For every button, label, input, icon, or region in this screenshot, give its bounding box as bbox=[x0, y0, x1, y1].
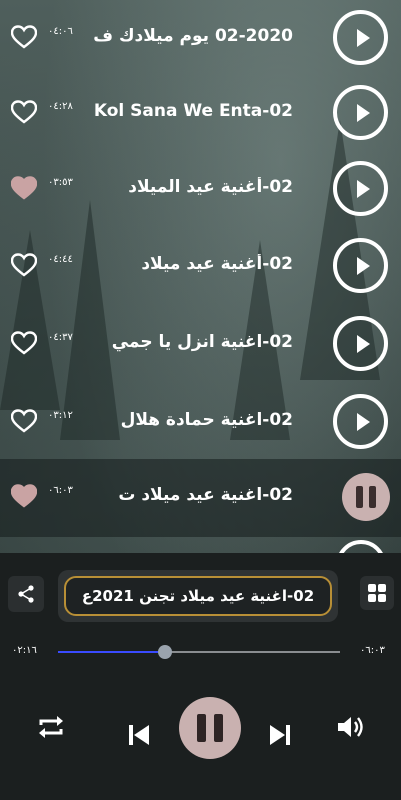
play-icon bbox=[356, 179, 370, 198]
heart-icon bbox=[11, 484, 37, 508]
song-duration: ٠٤:٢٨ bbox=[48, 101, 73, 112]
favorite-button[interactable] bbox=[11, 483, 37, 509]
song-row[interactable]: ٠٤:٢٨ 02-Kol Sana We Enta bbox=[0, 75, 401, 153]
heart-icon bbox=[11, 253, 37, 277]
now-playing-title: 02-اغنية عيد ميلاد تجنن 2021ع bbox=[64, 576, 332, 616]
song-row[interactable]: ٠٦:٠٣ 02-اغنية عيد ميلاد ت bbox=[0, 459, 401, 537]
song-title[interactable]: 02-اغنية عيد ميلاد ت bbox=[93, 485, 293, 505]
now-playing-box[interactable]: 02-اغنية عيد ميلاد تجنن 2021ع bbox=[58, 570, 338, 622]
favorite-button[interactable] bbox=[11, 24, 37, 50]
share-icon bbox=[18, 585, 34, 603]
play-button[interactable] bbox=[333, 394, 388, 449]
share-button[interactable] bbox=[8, 576, 44, 612]
favorite-button[interactable] bbox=[11, 330, 37, 356]
song-title[interactable]: 02-أغنية عيد الميلاد bbox=[93, 177, 293, 197]
play-icon bbox=[356, 334, 370, 353]
song-title[interactable]: 02-أغنية عيد ميلاد bbox=[93, 254, 293, 274]
song-row[interactable]: ٠٣:٥٣ 02-أغنية عيد الميلاد bbox=[0, 151, 401, 229]
song-title[interactable]: 02-2020 يوم ميلادك ف bbox=[93, 26, 293, 46]
skip-next-icon bbox=[270, 725, 290, 745]
song-title[interactable]: 02-Kol Sana We Enta bbox=[93, 101, 293, 121]
total-time: ٠٦:٠٣ bbox=[360, 645, 385, 656]
song-duration: ٠٤:٠٦ bbox=[48, 26, 73, 37]
song-duration: ٠٣:١٢ bbox=[48, 410, 73, 421]
repeat-button[interactable] bbox=[34, 710, 68, 744]
grid-icon bbox=[368, 584, 386, 602]
volume-icon bbox=[338, 717, 363, 737]
seek-bar-fill bbox=[58, 651, 166, 653]
song-row[interactable]: ٠٤:٤٤ 02-أغنية عيد ميلاد bbox=[0, 228, 401, 306]
pause-icon bbox=[356, 486, 376, 508]
pause-button[interactable] bbox=[179, 697, 241, 759]
song-title[interactable]: 02-اغنية حمادة هلال bbox=[93, 410, 293, 430]
play-icon bbox=[356, 28, 370, 47]
play-button[interactable] bbox=[333, 316, 388, 371]
grid-button[interactable] bbox=[360, 576, 394, 610]
next-button[interactable] bbox=[265, 720, 295, 750]
song-duration: ٠٤:٣٧ bbox=[48, 332, 73, 343]
play-button[interactable] bbox=[333, 10, 388, 65]
favorite-button[interactable] bbox=[11, 408, 37, 434]
repeat-icon bbox=[39, 716, 63, 738]
song-row[interactable]: ٠٤:٠٦ 02-2020 يوم ميلادك ف bbox=[0, 0, 401, 78]
play-icon bbox=[356, 103, 370, 122]
heart-icon bbox=[11, 331, 37, 355]
heart-icon bbox=[11, 25, 37, 49]
elapsed-time: ٠٢:١٦ bbox=[12, 645, 37, 656]
favorite-button[interactable] bbox=[11, 252, 37, 278]
previous-button[interactable] bbox=[124, 720, 154, 750]
skip-previous-icon bbox=[129, 725, 149, 745]
pause-button[interactable] bbox=[342, 473, 390, 521]
heart-icon bbox=[11, 409, 37, 433]
heart-icon bbox=[11, 100, 37, 124]
favorite-button[interactable] bbox=[11, 175, 37, 201]
heart-icon bbox=[11, 176, 37, 200]
play-button[interactable] bbox=[333, 238, 388, 293]
favorite-button[interactable] bbox=[11, 99, 37, 125]
play-icon bbox=[356, 412, 370, 431]
volume-button[interactable] bbox=[333, 710, 367, 744]
song-row[interactable]: ٠٣:١٢ 02-اغنية حمادة هلال bbox=[0, 384, 401, 462]
song-duration: ٠٤:٤٤ bbox=[48, 254, 73, 265]
play-button[interactable] bbox=[333, 161, 388, 216]
seek-bar[interactable] bbox=[58, 645, 340, 659]
song-row[interactable]: ٠٤:٣٧ 02-اغنية انزل يا جمي bbox=[0, 306, 401, 384]
play-button[interactable] bbox=[333, 85, 388, 140]
play-icon bbox=[356, 256, 370, 275]
song-title[interactable]: 02-اغنية انزل يا جمي bbox=[93, 332, 293, 352]
pause-icon bbox=[197, 714, 223, 742]
song-duration: ٠٦:٠٣ bbox=[48, 485, 73, 496]
song-duration: ٠٣:٥٣ bbox=[48, 177, 73, 188]
